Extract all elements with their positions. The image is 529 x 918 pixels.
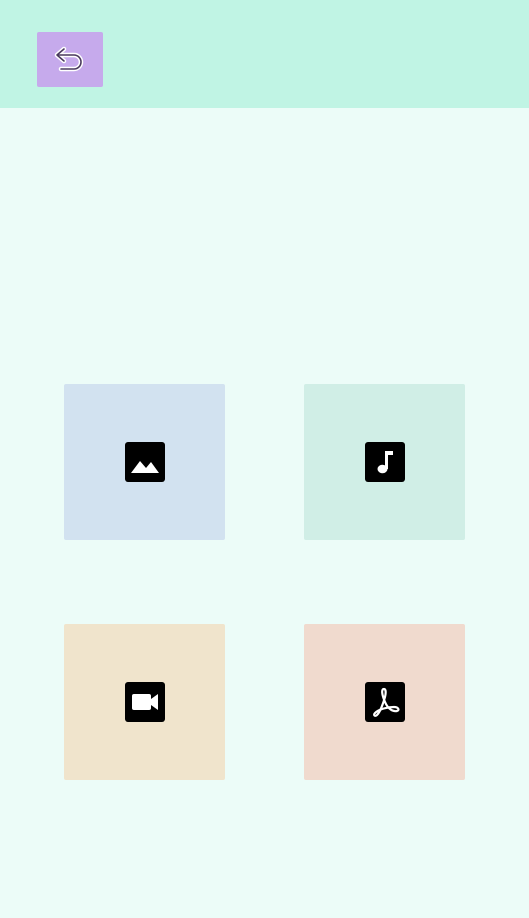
video-tile[interactable]: [64, 624, 225, 780]
top-bar: [0, 0, 529, 108]
music-note-icon: [364, 442, 405, 482]
image-icon: [124, 442, 165, 482]
image-tile[interactable]: [64, 384, 225, 540]
pdf-icon: [364, 682, 405, 722]
back-button[interactable]: [37, 32, 103, 87]
pdf-tile[interactable]: [304, 624, 465, 780]
video-camera-icon: [124, 682, 165, 722]
audio-tile[interactable]: [304, 384, 465, 540]
app-screen: [0, 0, 529, 918]
undo-arrow-icon: [52, 42, 88, 78]
